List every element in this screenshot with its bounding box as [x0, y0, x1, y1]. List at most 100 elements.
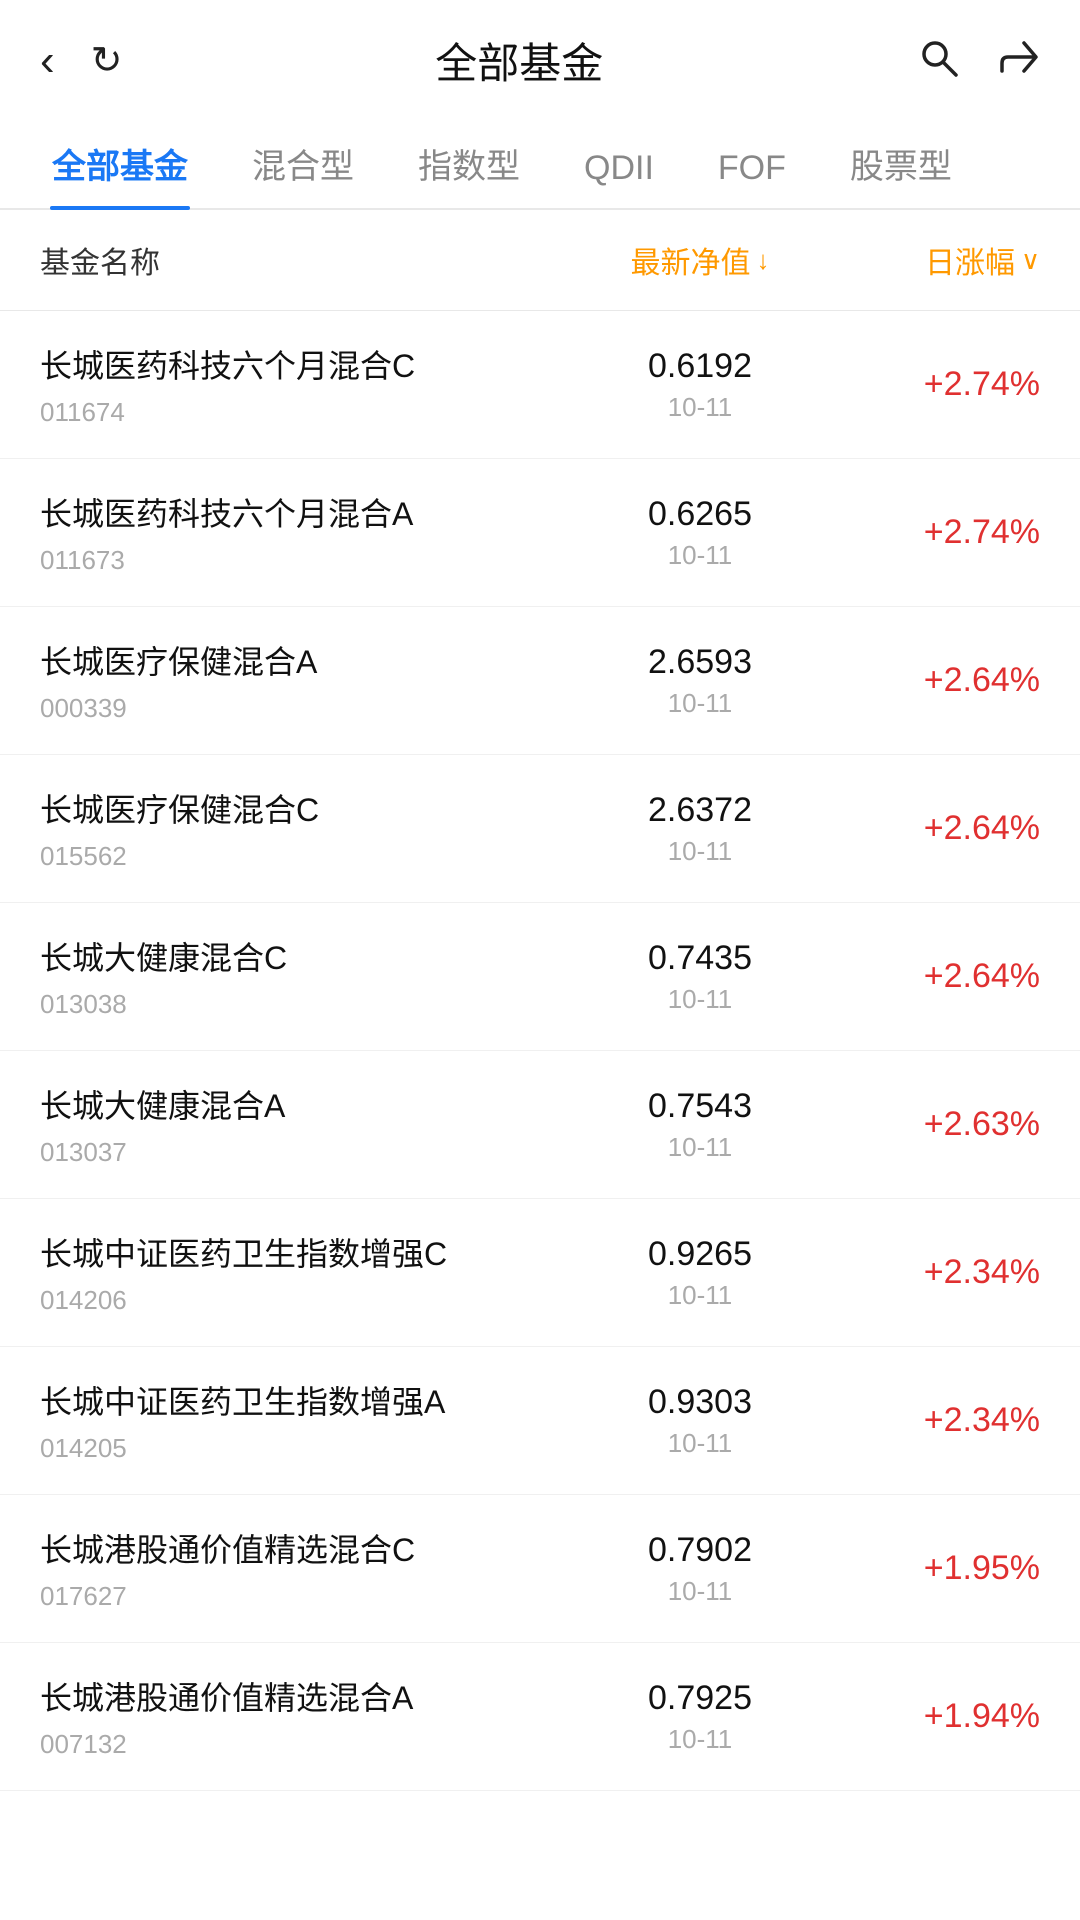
- change-value: +2.34%: [924, 1253, 1040, 1291]
- header-name-col: 基金名称: [40, 238, 580, 282]
- fund-row[interactable]: 长城医疗保健混合A 000339 2.6593 10-11 +2.64%: [0, 607, 1080, 755]
- table-header: 基金名称 最新净值 ↓ 日涨幅 ∨: [0, 210, 1080, 311]
- change-value: +2.34%: [924, 1401, 1040, 1439]
- fund-name: 长城港股通价值精选混合A: [40, 1673, 580, 1719]
- fund-info: 长城医药科技六个月混合C 011674: [40, 341, 580, 428]
- nav-date: 10-11: [580, 1132, 820, 1163]
- fund-info: 长城港股通价值精选混合C 017627: [40, 1525, 580, 1612]
- fund-row[interactable]: 长城医药科技六个月混合A 011673 0.6265 10-11 +2.74%: [0, 459, 1080, 607]
- change-value: +2.63%: [924, 1105, 1040, 1143]
- fund-name: 长城医疗保健混合C: [40, 785, 580, 831]
- fund-change: +2.34%: [820, 1401, 1040, 1440]
- fund-nav: 2.6593 10-11: [580, 643, 820, 719]
- nav-date: 10-11: [580, 1428, 820, 1459]
- change-value: +2.74%: [924, 365, 1040, 403]
- fund-row[interactable]: 长城大健康混合C 013038 0.7435 10-11 +2.64%: [0, 903, 1080, 1051]
- nav-value: 0.7925: [580, 1679, 820, 1718]
- fund-info: 长城中证医药卫生指数增强A 014205: [40, 1377, 580, 1464]
- fund-change: +2.63%: [820, 1105, 1040, 1144]
- fund-nav: 0.6192 10-11: [580, 347, 820, 423]
- fund-change: +2.64%: [820, 957, 1040, 996]
- fund-row[interactable]: 长城大健康混合A 013037 0.7543 10-11 +2.63%: [0, 1051, 1080, 1199]
- fund-row[interactable]: 长城医疗保健混合C 015562 2.6372 10-11 +2.64%: [0, 755, 1080, 903]
- fund-change: +2.64%: [820, 661, 1040, 700]
- nav-value: 0.7543: [580, 1087, 820, 1126]
- fund-code: 014206: [40, 1285, 580, 1316]
- tab-all[interactable]: 全部基金: [20, 111, 220, 208]
- fund-row[interactable]: 长城港股通价值精选混合C 017627 0.7902 10-11 +1.95%: [0, 1495, 1080, 1643]
- fund-code: 013037: [40, 1137, 580, 1168]
- change-value: +2.74%: [924, 513, 1040, 551]
- fund-name: 长城大健康混合A: [40, 1081, 580, 1127]
- fund-row[interactable]: 长城中证医药卫生指数增强A 014205 0.9303 10-11 +2.34%: [0, 1347, 1080, 1495]
- refresh-button[interactable]: ↻: [91, 42, 123, 80]
- header-nav-col[interactable]: 最新净值 ↓: [580, 238, 820, 282]
- fund-change: +2.74%: [820, 365, 1040, 404]
- nav-sort-icon: ↓: [757, 245, 770, 276]
- nav-date: 10-11: [580, 540, 820, 571]
- tab-fof[interactable]: FOF: [686, 121, 818, 208]
- nav-value: 0.9265: [580, 1235, 820, 1274]
- fund-change: +2.64%: [820, 809, 1040, 848]
- nav-date: 10-11: [580, 392, 820, 423]
- fund-nav: 0.7925 10-11: [580, 1679, 820, 1755]
- fund-nav: 0.9303 10-11: [580, 1383, 820, 1459]
- nav-date: 10-11: [580, 984, 820, 1015]
- change-value: +2.64%: [924, 661, 1040, 699]
- change-value: +1.94%: [924, 1697, 1040, 1735]
- fund-info: 长城医疗保健混合A 000339: [40, 637, 580, 724]
- fund-row[interactable]: 长城中证医药卫生指数增强C 014206 0.9265 10-11 +2.34%: [0, 1199, 1080, 1347]
- fund-name: 长城医疗保健混合A: [40, 637, 580, 683]
- fund-nav: 2.6372 10-11: [580, 791, 820, 867]
- fund-code: 014205: [40, 1433, 580, 1464]
- fund-name: 长城医药科技六个月混合C: [40, 341, 580, 387]
- nav-date: 10-11: [580, 1576, 820, 1607]
- tab-index[interactable]: 指数型: [386, 111, 552, 208]
- back-button[interactable]: ‹: [40, 39, 55, 83]
- fund-nav: 0.6265 10-11: [580, 495, 820, 571]
- tab-qdii[interactable]: QDII: [552, 121, 686, 208]
- fund-code: 015562: [40, 841, 580, 872]
- nav-date: 10-11: [580, 1280, 820, 1311]
- fund-change: +2.34%: [820, 1253, 1040, 1292]
- nav-value: 2.6372: [580, 791, 820, 830]
- change-value: +2.64%: [924, 957, 1040, 995]
- fund-name: 长城大健康混合C: [40, 933, 580, 979]
- page-title: 全部基金: [435, 30, 603, 91]
- fund-name: 长城医药科技六个月混合A: [40, 489, 580, 535]
- search-button[interactable]: [916, 35, 960, 87]
- fund-change: +2.74%: [820, 513, 1040, 552]
- tab-bar: 全部基金 混合型 指数型 QDII FOF 股票型: [0, 111, 1080, 210]
- fund-nav: 0.7435 10-11: [580, 939, 820, 1015]
- fund-change: +1.94%: [820, 1697, 1040, 1736]
- nav-date: 10-11: [580, 688, 820, 719]
- fund-row[interactable]: 长城港股通价值精选混合A 007132 0.7925 10-11 +1.94%: [0, 1643, 1080, 1791]
- fund-info: 长城医疗保健混合C 015562: [40, 785, 580, 872]
- nav-date: 10-11: [580, 1724, 820, 1755]
- change-value: +2.64%: [924, 809, 1040, 847]
- fund-code: 013038: [40, 989, 580, 1020]
- fund-name: 长城中证医药卫生指数增强C: [40, 1229, 580, 1275]
- nav-value: 0.7435: [580, 939, 820, 978]
- fund-name: 长城港股通价值精选混合C: [40, 1525, 580, 1571]
- fund-info: 长城港股通价值精选混合A 007132: [40, 1673, 580, 1760]
- fund-info: 长城大健康混合C 013038: [40, 933, 580, 1020]
- fund-code: 011674: [40, 397, 580, 428]
- change-sort-icon: ∨: [1021, 245, 1040, 276]
- fund-nav: 0.7543 10-11: [580, 1087, 820, 1163]
- change-value: +1.95%: [924, 1549, 1040, 1587]
- tab-stock[interactable]: 股票型: [818, 111, 984, 208]
- fund-change: +1.95%: [820, 1549, 1040, 1588]
- fund-name: 长城中证医药卫生指数增强A: [40, 1377, 580, 1423]
- nav-date: 10-11: [580, 836, 820, 867]
- topbar: ‹ ↻ 全部基金: [0, 0, 1080, 111]
- share-button[interactable]: [996, 35, 1040, 87]
- fund-row[interactable]: 长城医药科技六个月混合C 011674 0.6192 10-11 +2.74%: [0, 311, 1080, 459]
- fund-code: 011673: [40, 545, 580, 576]
- fund-code: 007132: [40, 1729, 580, 1760]
- fund-nav: 0.9265 10-11: [580, 1235, 820, 1311]
- tab-mixed[interactable]: 混合型: [220, 111, 386, 208]
- header-change-col[interactable]: 日涨幅 ∨: [820, 238, 1040, 282]
- nav-value: 0.7902: [580, 1531, 820, 1570]
- nav-value: 0.9303: [580, 1383, 820, 1422]
